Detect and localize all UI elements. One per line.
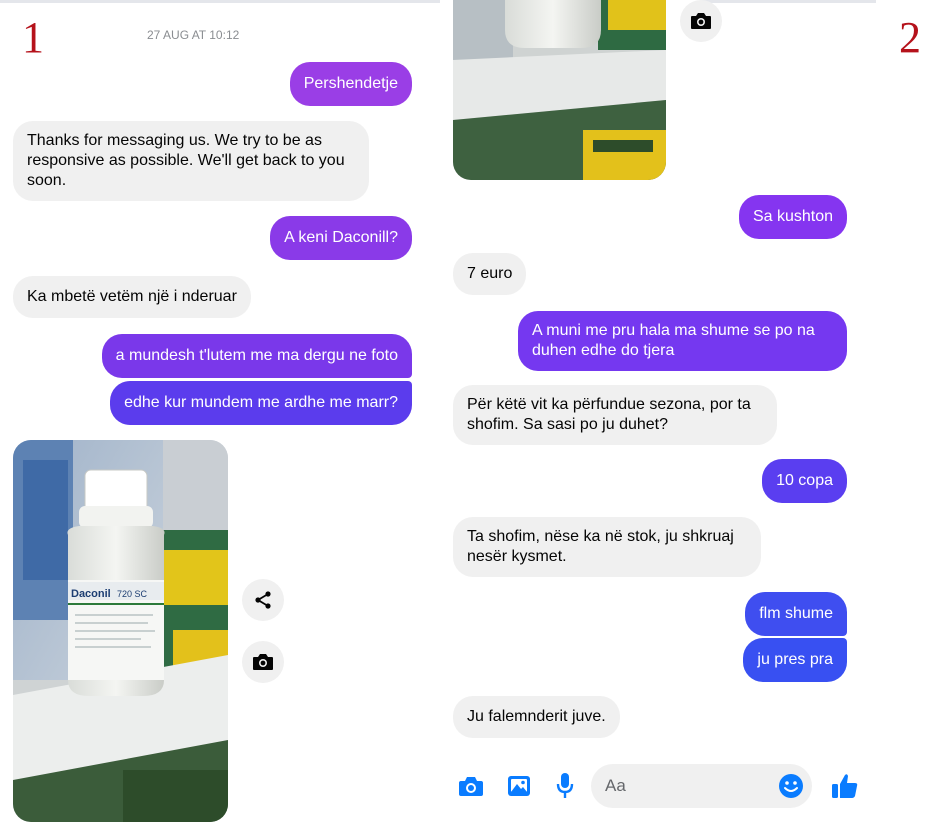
outgoing-message[interactable]: flm shume [745,592,847,636]
panel-number: 1 [22,13,44,62]
outgoing-message[interactable]: ju pres pra [743,638,847,682]
emoji-button[interactable] [777,772,805,800]
incoming-message[interactable]: Për këtë vit ka përfundue sezona, por ta… [453,385,777,445]
microphone-icon [556,773,574,798]
top-divider [0,0,440,3]
outgoing-message[interactable]: Sa kushton [738,195,847,239]
bottle-brand-text: Daconil [71,588,111,600]
outgoing-message[interactable]: A muni me pru hala ma shume se po na duh… [518,311,847,371]
image-icon [508,776,530,796]
incoming-message[interactable]: 7 euro [453,253,527,295]
message-input-placeholder: Aa [605,776,626,795]
product-photo-image [453,0,666,180]
save-photo-button[interactable] [680,0,722,42]
bottle-label-text: 720 SC [117,589,148,599]
incoming-message[interactable]: Ka mbetë vetëm një i nderuar [13,276,251,318]
conversation-panel-1: 1 27 AUG AT 10:12 Pershendetje Thanks fo… [0,0,440,833]
outgoing-message[interactable]: a mundesh t'lutem me ma dergu ne foto [101,334,412,378]
voice-button[interactable] [552,770,578,802]
gallery-button[interactable] [504,772,534,800]
like-button[interactable] [830,770,860,802]
product-photo[interactable]: Daconil 720 SC [13,440,228,822]
incoming-message[interactable]: Ta shofim, nëse ka në stok, ju shkruaj n… [453,517,761,577]
top-divider [700,0,876,3]
outgoing-message[interactable]: Pershendetje [289,62,412,106]
save-photo-button[interactable] [242,641,284,683]
camera-icon [253,654,273,670]
outgoing-message[interactable]: 10 copa [762,459,847,503]
share-icon [255,591,271,609]
conversation-panel-2: Sa kushton 7 euro A muni me pru hala ma … [440,0,876,833]
message-timestamp: 27 AUG AT 10:12 [147,28,240,42]
product-photo-image: Daconil 720 SC [13,440,228,822]
panel-number: 2 [899,13,921,62]
thumbs-up-icon [832,774,858,798]
outgoing-message[interactable]: edhe kur mundem me ardhe me marr? [110,381,412,425]
outgoing-message[interactable]: A keni Daconill? [270,216,412,260]
camera-icon [691,13,711,29]
incoming-message[interactable]: Thanks for messaging us. We try to be as… [13,121,369,201]
camera-button[interactable] [456,772,486,800]
share-button[interactable] [242,579,284,621]
incoming-message[interactable]: Ju falemnderit juve. [453,696,620,738]
camera-icon [459,777,483,796]
product-photo[interactable] [453,0,666,180]
emoji-icon [779,774,803,798]
